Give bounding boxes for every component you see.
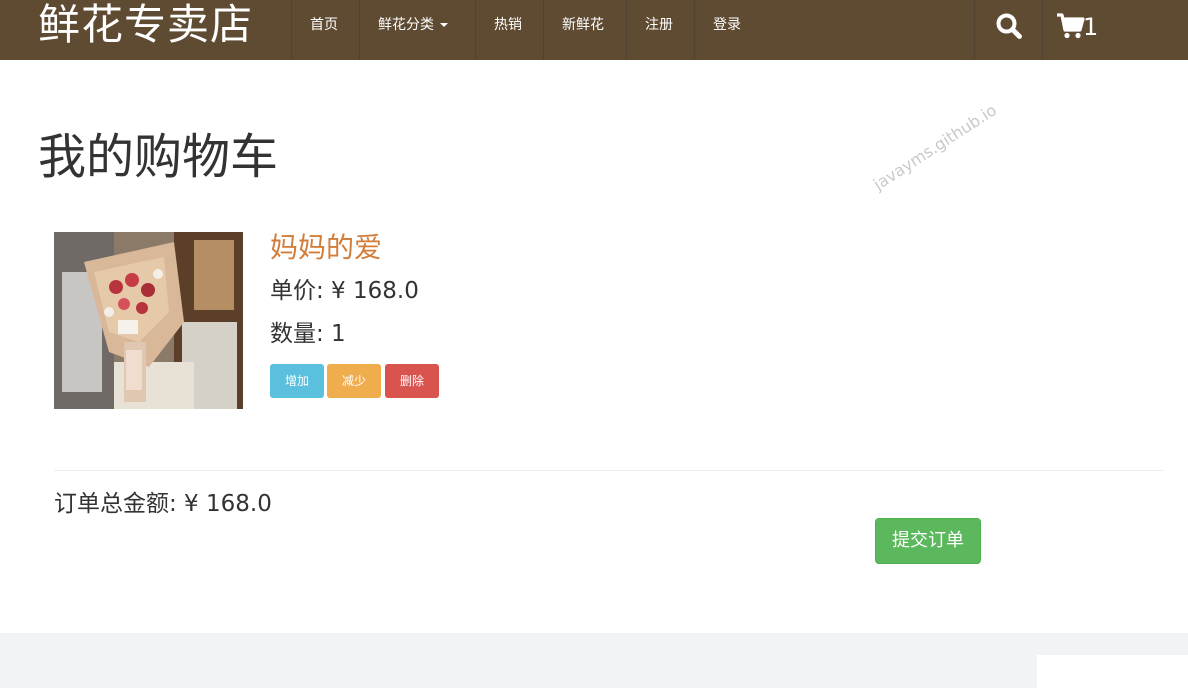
order-total: 订单总金额: ¥ 168.0 (54, 491, 272, 517)
top-navbar: 鲜花专卖店 首页 鲜花分类 热销 新鲜花 注册 登录 1 (0, 0, 1188, 60)
nav-new[interactable]: 新鲜花 (562, 0, 604, 52)
search-icon (996, 13, 1022, 39)
cart-count-badge: 1 (1083, 13, 1099, 41)
nav-hot[interactable]: 热销 (494, 0, 522, 52)
brand-logo[interactable]: 鲜花专卖店 (38, 0, 253, 52)
watermark: javayms.github.io (870, 100, 1000, 194)
nav-category-dropdown[interactable]: 鲜花分类 (378, 0, 448, 52)
delete-item-button[interactable]: 删除 (385, 364, 439, 398)
nav-register[interactable]: 注册 (645, 0, 673, 52)
product-quantity: 数量: 1 (270, 321, 346, 347)
cart-icon (1057, 13, 1085, 39)
footer (0, 633, 1188, 688)
nav-divider (694, 0, 695, 60)
nav-category-label: 鲜花分类 (378, 17, 434, 33)
nav-divider (626, 0, 627, 60)
nav-login[interactable]: 登录 (713, 0, 741, 52)
nav-divider (359, 0, 360, 60)
search-button[interactable] (975, 0, 1042, 52)
nav-divider (543, 0, 544, 60)
footer-corner-panel (1037, 655, 1188, 688)
cart-button[interactable] (1043, 0, 1113, 52)
increase-quantity-button[interactable]: 增加 (270, 364, 324, 398)
nav-divider (291, 0, 292, 60)
product-image[interactable] (54, 232, 243, 409)
product-unit-price: 单价: ¥ 168.0 (270, 278, 419, 304)
nav-divider (475, 0, 476, 60)
bouquet-photo (54, 232, 243, 409)
submit-order-button[interactable]: 提交订单 (875, 518, 981, 564)
caret-down-icon (440, 23, 448, 27)
product-name-link[interactable]: 妈妈的爱 (270, 228, 382, 268)
nav-home[interactable]: 首页 (310, 0, 338, 52)
divider (54, 470, 1164, 471)
page-title: 我的购物车 (38, 129, 279, 185)
decrease-quantity-button[interactable]: 减少 (327, 364, 381, 398)
